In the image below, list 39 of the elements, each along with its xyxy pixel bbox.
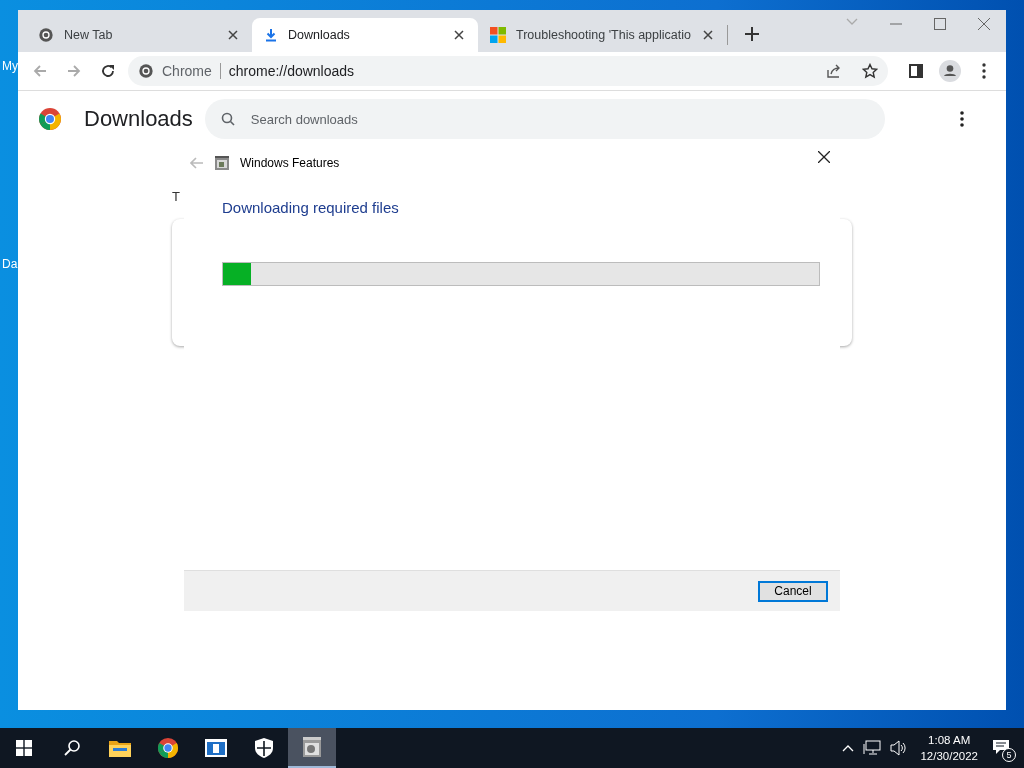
star-icon[interactable] xyxy=(862,63,878,79)
network-icon[interactable] xyxy=(863,740,882,756)
chrome-icon[interactable] xyxy=(157,737,179,759)
taskbar-button[interactable] xyxy=(288,728,336,768)
windows-logo-icon xyxy=(490,27,506,43)
menu-icon[interactable] xyxy=(960,111,964,127)
chevron-up-icon[interactable] xyxy=(842,744,855,752)
chrome-icon xyxy=(38,27,54,43)
browser-tab[interactable]: New Tab xyxy=(26,18,252,52)
folder-icon[interactable] xyxy=(109,739,131,757)
url-text: chrome://downloads xyxy=(228,63,355,79)
profile-icon[interactable] xyxy=(939,60,961,82)
cancel-button[interactable]: Cancel xyxy=(758,580,828,602)
clock[interactable]: 1:08 AM 12/30/2022 xyxy=(920,732,978,764)
menu-icon[interactable] xyxy=(982,63,986,79)
browser-tab[interactable]: Troubleshooting 'This applicatio xyxy=(478,18,727,52)
browser-tab[interactable]: Downloads xyxy=(252,18,478,52)
volume-icon[interactable] xyxy=(890,740,909,756)
dialog-heading: Downloading required files xyxy=(222,199,400,216)
reload-icon[interactable] xyxy=(100,63,116,79)
windows-start-icon[interactable] xyxy=(16,740,32,756)
chrome-logo-icon xyxy=(38,107,62,131)
site-label: Chrome xyxy=(162,63,221,79)
search-field[interactable]: Search downloads xyxy=(204,99,885,139)
section-label: T xyxy=(172,189,180,204)
side-panel-icon[interactable] xyxy=(909,64,923,78)
chrome-icon xyxy=(138,63,154,79)
page-title: Downloads xyxy=(84,106,193,132)
app-window-icon[interactable] xyxy=(205,739,227,757)
windows-features-icon xyxy=(214,155,230,171)
dialog-title: Windows Features xyxy=(240,156,340,170)
address-bar[interactable]: Chrome chrome://downloads xyxy=(128,56,888,86)
download-icon xyxy=(264,28,278,42)
windows-features-icon[interactable] xyxy=(301,736,323,758)
maximize-icon[interactable] xyxy=(934,18,946,30)
shield-icon[interactable] xyxy=(255,738,273,758)
share-icon[interactable] xyxy=(826,63,842,79)
search-icon[interactable] xyxy=(63,739,81,757)
close-icon[interactable] xyxy=(818,151,830,163)
